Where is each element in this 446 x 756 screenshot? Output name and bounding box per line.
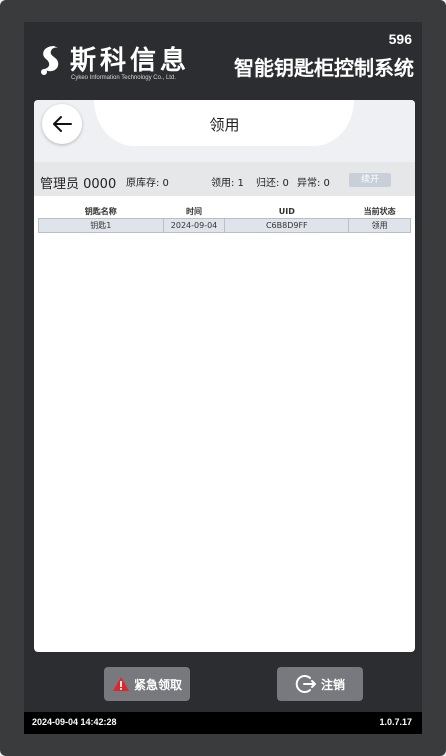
renew-button[interactable]: 续开	[349, 173, 391, 187]
column-header: 时间	[186, 206, 203, 216]
device-bezel: 斯科信息 Cykeo Information Technology Co., L…	[0, 0, 446, 756]
brand-name-en: Cykeo Information Technology Co., Ltd.	[71, 75, 176, 81]
returned-count: 归还: 0	[256, 178, 289, 189]
logout-icon	[295, 675, 316, 693]
warning-icon	[112, 677, 129, 691]
column-header: UID	[278, 206, 295, 216]
datetime: 2024-09-04 14:42:28	[32, 717, 117, 727]
borrowed-count: 领用: 1	[211, 178, 244, 189]
status-bar: 2024-09-04 14:42:28 1.0.7.17	[24, 712, 422, 734]
time-cell: 2024-09-04	[162, 218, 226, 233]
abnormal-count: 异常: 0	[297, 178, 330, 189]
stock-count: 原库存: 0	[126, 178, 169, 189]
device-number: 596	[388, 31, 412, 47]
table-row[interactable]: 钥匙1 2024-09-04 C6B8D9FF 领用	[38, 218, 411, 233]
screen: 斯科信息 Cykeo Information Technology Co., L…	[24, 22, 422, 734]
title-bar: 领用	[34, 100, 415, 162]
logout-label: 注销	[320, 677, 345, 692]
logout-button[interactable]: 注销	[277, 667, 363, 701]
column-header: 当前状态	[363, 206, 396, 216]
uid-cell: C6B8D9FF	[224, 218, 350, 233]
system-title: 智能钥匙柜控制系统	[234, 56, 414, 80]
key-table: 钥匙名称 时间 UID 当前状态 钥匙1 2024-09-04 C6B8D9FF…	[38, 204, 411, 233]
emergency-button[interactable]: 紧急领取	[104, 667, 190, 701]
main-panel: 领用 管理员 0000 原库存: 0 领用: 1 归还: 0 异常: 0 续开 …	[34, 100, 415, 652]
brand-name: 斯科信息	[70, 46, 191, 76]
logo-icon	[41, 46, 59, 75]
app-header: 斯科信息 Cykeo Information Technology Co., L…	[24, 22, 422, 100]
version: 1.0.7.17	[379, 717, 412, 727]
table-header-row: 钥匙名称 时间 UID 当前状态	[39, 204, 411, 219]
info-bar: 管理员 0000 原库存: 0 领用: 1 归还: 0 异常: 0 续开	[34, 162, 415, 196]
emergency-label: 紧急领取	[133, 677, 182, 692]
status-cell: 领用	[348, 218, 411, 233]
key-name-cell: 钥匙1	[38, 218, 164, 233]
admin-label: 管理员 0000	[40, 177, 117, 192]
column-header: 钥匙名称	[84, 206, 117, 216]
page-title: 领用	[209, 116, 240, 134]
